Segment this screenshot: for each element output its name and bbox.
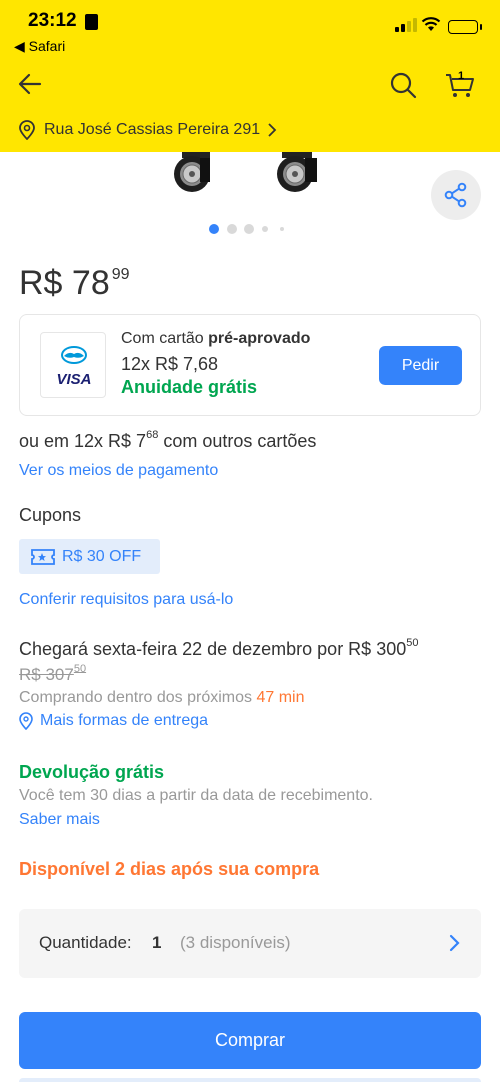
carousel-dot[interactable]	[227, 224, 237, 234]
wifi-icon	[421, 17, 441, 31]
search-icon[interactable]	[388, 70, 418, 100]
back-arrow-icon[interactable]	[16, 70, 44, 98]
coupon-badge[interactable]: R$ 30 OFF	[19, 539, 160, 574]
price-cents: 99	[111, 266, 130, 283]
more-delivery-options-label: Mais formas de entrega	[40, 712, 209, 729]
product-image[interactable]	[160, 152, 340, 196]
quantity-available: (3 disponíveis)	[180, 933, 291, 952]
free-return-description: Você tem 30 dias a partir da data de rec…	[19, 787, 373, 804]
chevron-right-icon	[268, 123, 277, 137]
coupons-title: Cupons	[19, 505, 82, 525]
carousel-dot-active[interactable]	[209, 224, 219, 234]
card-offer-title-bold: pré-aprovado	[208, 330, 311, 347]
delivery-estimate-text: Chegará sexta-feira 22 de dezembro por R…	[19, 639, 407, 659]
handshake-logo-icon	[61, 346, 87, 364]
old-shipping-price: R$ 30750	[19, 663, 87, 685]
buying-within-text: Comprando dentro dos próximos	[19, 689, 257, 706]
coupon-value: R$ 30 OFF	[62, 547, 142, 565]
product-price: R$ 78 99	[19, 263, 130, 303]
chevron-right-icon	[449, 934, 460, 952]
id-card-icon	[85, 14, 98, 30]
payment-methods-link[interactable]: Ver os meios de pagamento	[19, 462, 218, 480]
carousel-indicator	[209, 224, 289, 234]
location-pin-icon	[19, 120, 35, 140]
buying-within-time: 47 min	[256, 689, 305, 706]
cart-count-badge: 1	[458, 70, 465, 82]
quantity-label: Quantidade:	[39, 933, 132, 952]
status-bar: 23:12 ◀ Safari	[0, 0, 500, 58]
installments-suffix: com outros cartões	[158, 431, 317, 451]
coupon-requirements-link[interactable]: Conferir requisitos para usá-lo	[19, 591, 233, 609]
old-price-text: R$ 307	[19, 665, 74, 684]
add-to-cart-button-edge[interactable]	[19, 1078, 481, 1082]
card-annuity: Anuidade grátis	[121, 377, 258, 397]
card-offer-title: Com cartão pré-aprovado	[121, 330, 310, 348]
location-pin-icon	[19, 712, 33, 730]
learn-more-link[interactable]: Saber mais	[19, 811, 100, 829]
more-delivery-options[interactable]: Mais formas de entrega	[19, 712, 208, 730]
price-main: R$ 78	[19, 264, 110, 302]
delivery-address[interactable]: Rua José Cassias Pereira 291	[18, 118, 278, 142]
quantity-value: 1	[152, 933, 162, 952]
carousel-dot[interactable]	[280, 227, 284, 231]
installments-prefix: ou em 12x R$ 7	[19, 431, 147, 451]
availability-notice: Disponível 2 dias após sua compra	[19, 859, 320, 879]
status-time: 23:12	[28, 10, 77, 31]
card-offer-title-prefix: Com cartão	[121, 330, 209, 347]
ticket-icon	[31, 548, 55, 565]
card-installments: 12x R$ 7,68	[121, 354, 219, 374]
battery-icon	[448, 20, 478, 34]
other-cards-installments: ou em 12x R$ 768 com outros cartões	[19, 429, 317, 452]
back-to-safari-link[interactable]: ◀ Safari	[14, 38, 65, 55]
old-price-cents: 50	[73, 663, 87, 675]
signal-icon	[395, 18, 417, 32]
visa-logo: VISA	[56, 371, 92, 388]
share-icon	[444, 182, 467, 208]
share-button[interactable]	[431, 170, 481, 220]
carousel-dot[interactable]	[244, 224, 254, 234]
quantity-selector[interactable]: Quantidade: 1 (3 disponíveis)	[19, 909, 481, 978]
carousel-dot[interactable]	[262, 226, 268, 232]
free-return-title: Devolução grátis	[19, 762, 165, 782]
delivery-estimate: Chegará sexta-feira 22 de dezembro por R…	[19, 637, 419, 660]
preapproved-card-offer: VISA Com cartão pré-aprovado 12x R$ 7,68…	[19, 314, 481, 416]
buying-within: Comprando dentro dos próximos 47 min	[19, 689, 304, 707]
delivery-estimate-cents: 50	[406, 637, 419, 649]
address-text: Rua José Cassias Pereira 291	[44, 121, 261, 138]
installments-cents: 68	[146, 429, 159, 441]
card-logo: VISA	[40, 332, 106, 398]
app-header: 23:12 ◀ Safari 1 Rua José Cassias Pereir…	[0, 0, 500, 152]
buy-button[interactable]: Comprar	[19, 1012, 481, 1069]
request-card-button[interactable]: Pedir	[379, 346, 462, 385]
battery-cap	[480, 24, 482, 30]
